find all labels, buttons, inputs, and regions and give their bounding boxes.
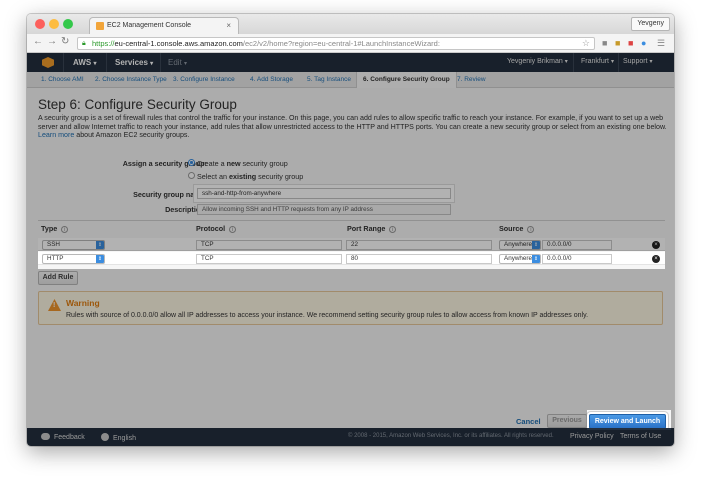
zoom-window-icon[interactable]: [63, 19, 73, 29]
copyright-text: © 2008 - 2015, Amazon Web Services, Inc.…: [348, 433, 554, 439]
rule-type-select[interactable]: HTTP ⇕: [42, 254, 105, 264]
nav-divider: [160, 53, 161, 72]
group-description-label: Description:: [165, 205, 207, 214]
rule-protocol-field: TCP: [196, 254, 342, 264]
browser-profile-button[interactable]: Yevgeny: [631, 17, 670, 31]
nav-divider: [63, 53, 64, 72]
step-choose-ami[interactable]: 1. Choose AMI: [41, 72, 84, 88]
select-arrow-icon: ⇕: [96, 241, 104, 249]
col-header-type: Type i: [41, 224, 69, 233]
info-icon[interactable]: i: [389, 226, 397, 233]
review-and-launch-button[interactable]: Review and Launch: [589, 414, 666, 429]
menu-icon[interactable]: ☰: [657, 38, 665, 49]
browser-titlebar: EC2 Management Console × Yevgeny: [27, 14, 674, 34]
services-menu[interactable]: Services ▾: [115, 58, 153, 67]
radio-create-new-label: Create a new security group: [197, 159, 288, 168]
step-configure-instance[interactable]: 3. Configure Instance: [173, 72, 235, 88]
feedback-bubble-icon: [41, 433, 50, 440]
terms-of-use-link[interactable]: Terms of Use: [620, 433, 661, 440]
support-menu[interactable]: Support ▾: [623, 58, 653, 65]
rules-table-divider: [38, 220, 665, 221]
close-window-icon[interactable]: [35, 19, 45, 29]
language-link[interactable]: English: [101, 433, 136, 442]
rule-protocol-field: TCP: [196, 240, 342, 250]
page-description: A security group is a set of firewall ru…: [38, 114, 667, 140]
reload-icon[interactable]: ↻: [61, 36, 69, 47]
warning-icon-mark: !: [53, 302, 56, 309]
add-rule-button[interactable]: Add Rule: [38, 271, 78, 285]
extension-icon[interactable]: ●: [641, 38, 646, 48]
aws-nav-bar: AWS ▾ Services ▾ Edit ▾ Yevgeniy Brikman…: [27, 53, 674, 72]
radio-select-existing-label: Select an existing security group: [197, 172, 304, 181]
forward-icon[interactable]: →: [47, 36, 57, 47]
lock-icon: 🔒︎: [82, 40, 86, 47]
delete-rule-icon[interactable]: ×: [652, 241, 660, 249]
warning-body: Rules with source of 0.0.0.0/0 allow all…: [66, 312, 589, 319]
step-configure-security-group[interactable]: 6. Configure Security Group: [356, 72, 457, 88]
step-tag-instance[interactable]: 5. Tag Instance: [307, 72, 351, 88]
tab-title: EC2 Management Console: [107, 22, 192, 29]
step-add-storage[interactable]: 4. Add Storage: [250, 72, 293, 88]
wizard-steps: 1. Choose AMI 2. Choose Instance Type 3.…: [27, 72, 674, 88]
warning-title: Warning: [66, 298, 100, 308]
edit-menu[interactable]: Edit ▾: [168, 58, 187, 67]
minimize-window-icon[interactable]: [49, 19, 59, 29]
region-menu[interactable]: Frankfurt ▾: [581, 58, 614, 65]
select-arrow-icon: ⇕: [96, 255, 104, 263]
group-description-input[interactable]: Allow incoming SSH and HTTP requests fro…: [197, 204, 451, 215]
url-text: https://eu-central-1.console.aws.amazon.…: [92, 39, 440, 48]
rule-port-field[interactable]: 80: [346, 254, 492, 264]
aws-cube-logo-icon[interactable]: [42, 57, 54, 68]
rule-source-select[interactable]: Anywhere ⇕: [499, 254, 541, 264]
learn-more-link[interactable]: Learn more: [38, 131, 74, 139]
group-name-label: Security group name:: [133, 190, 207, 199]
rule-type-select[interactable]: SSH ⇕: [42, 240, 105, 250]
browser-window: EC2 Management Console × Yevgeny ← → ↻ 🔒…: [27, 14, 674, 446]
nav-divider: [106, 53, 107, 72]
extension-icon[interactable]: ■: [615, 38, 620, 48]
select-arrow-icon: ⇕: [532, 241, 540, 249]
col-header-source: Source i: [499, 224, 535, 233]
radio-create-new[interactable]: [188, 159, 195, 166]
info-icon[interactable]: i: [527, 226, 535, 233]
group-name-input[interactable]: ssh-and-http-from-anywhere: [197, 188, 451, 199]
aws-footer: Feedback English © 2008 - 2015, Amazon W…: [27, 428, 674, 446]
nav-divider: [573, 53, 574, 72]
globe-icon: [101, 433, 109, 441]
previous-button[interactable]: Previous: [547, 414, 587, 428]
bookmark-star-icon[interactable]: ☆: [582, 37, 590, 49]
select-arrow-icon: ⇕: [532, 255, 540, 263]
main-content: Step 6: Configure Security Group A secur…: [27, 88, 674, 429]
tab-close-icon[interactable]: ×: [226, 21, 231, 30]
delete-rule-icon[interactable]: ×: [652, 255, 660, 263]
feedback-link[interactable]: Feedback: [41, 433, 85, 441]
back-icon[interactable]: ←: [33, 36, 43, 47]
rule-source-cidr-input[interactable]: 0.0.0.0/0: [542, 254, 612, 264]
step-choose-instance-type[interactable]: 2. Choose Instance Type: [95, 72, 167, 88]
browser-tab[interactable]: EC2 Management Console ×: [89, 17, 239, 34]
page-title: Step 6: Configure Security Group: [38, 97, 237, 112]
privacy-policy-link[interactable]: Privacy Policy: [570, 433, 614, 440]
info-icon[interactable]: i: [61, 226, 69, 233]
warning-box: ! Warning Rules with source of 0.0.0.0/0…: [38, 291, 663, 325]
col-header-port-range: Port Range i: [347, 224, 397, 233]
nav-divider: [618, 53, 619, 72]
account-menu[interactable]: Yevgeniy Brikman ▾: [507, 58, 568, 65]
col-header-protocol: Protocol i: [196, 224, 237, 233]
info-icon[interactable]: i: [229, 226, 237, 233]
rule-source-select[interactable]: Anywhere ⇕: [499, 240, 541, 250]
step-review[interactable]: 7. Review: [457, 72, 486, 88]
address-bar[interactable]: 🔒︎ https://eu-central-1.console.aws.amaz…: [77, 37, 595, 50]
cancel-link[interactable]: Cancel: [516, 417, 541, 426]
radio-select-existing[interactable]: [188, 172, 195, 179]
extension-icon[interactable]: ■: [628, 38, 633, 48]
extension-icon[interactable]: ■: [602, 38, 607, 48]
rule-source-cidr-input[interactable]: 0.0.0.0/0: [542, 240, 612, 250]
aws-favicon-icon: [96, 22, 104, 30]
rule-port-field[interactable]: 22: [346, 240, 492, 250]
aws-menu[interactable]: AWS ▾: [73, 58, 96, 67]
browser-toolbar: ← → ↻ 🔒︎ https://eu-central-1.console.aw…: [27, 34, 674, 53]
